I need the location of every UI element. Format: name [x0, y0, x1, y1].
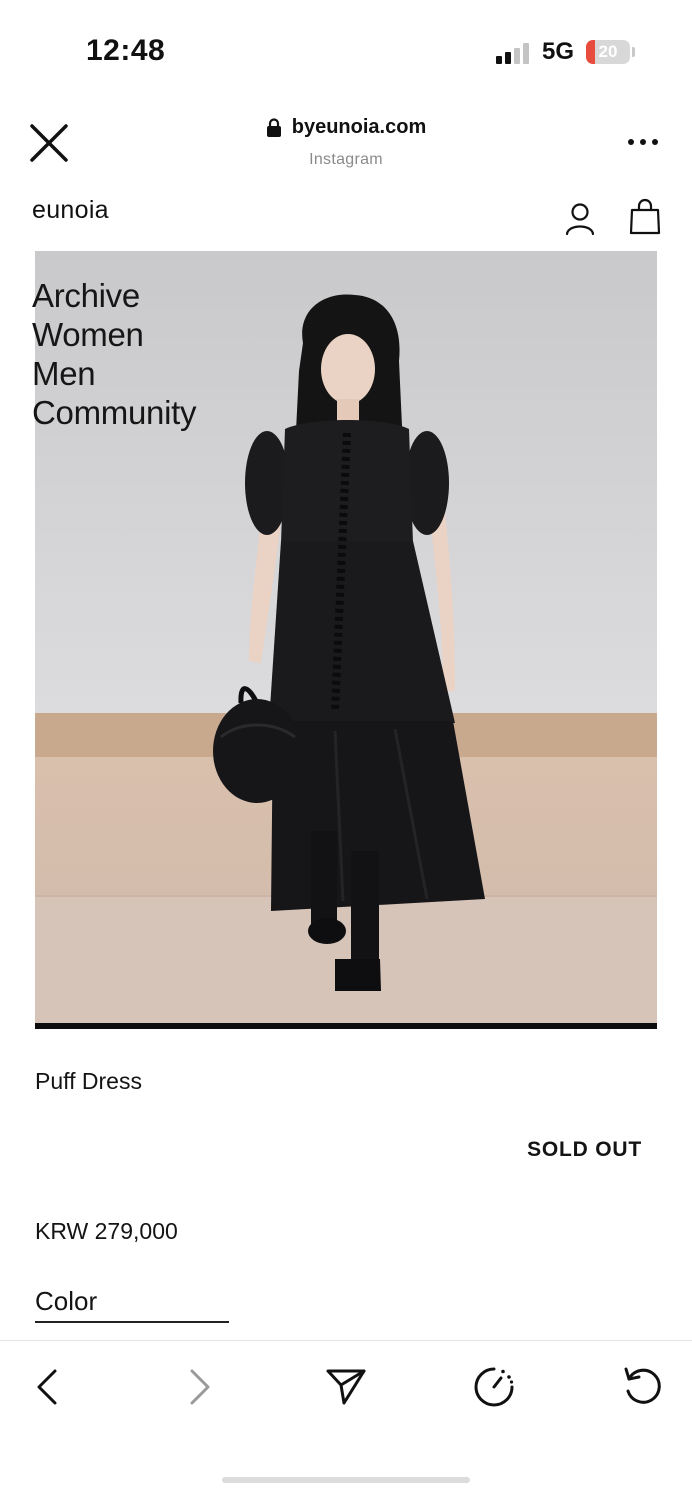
signal-strength-icon [496, 42, 532, 64]
site-header: eunoia [0, 186, 692, 250]
browser-toolbar [0, 1340, 692, 1500]
image-divider [35, 1023, 657, 1029]
brand-logo[interactable]: eunoia [32, 196, 109, 225]
timer-icon [474, 1367, 514, 1407]
back-icon [37, 1369, 57, 1405]
color-selector[interactable]: Color [35, 1286, 229, 1323]
url-domain: byeunoia.com [291, 116, 427, 138]
refresh-icon [624, 1367, 661, 1404]
account-icon [565, 203, 595, 236]
battery-cap [632, 47, 635, 57]
product-price: KRW 279,000 [35, 1218, 178, 1244]
more-options-button[interactable] [626, 132, 660, 152]
status-time: 12:48 [86, 34, 166, 67]
menu-item-men[interactable]: Men [32, 354, 196, 393]
close-button[interactable] [28, 122, 72, 166]
shopping-bag-icon [629, 198, 661, 235]
close-icon [30, 124, 68, 162]
menu-item-women[interactable]: Women [32, 315, 196, 354]
sold-out-badge: SOLD OUT [527, 1138, 642, 1161]
refresh-button[interactable] [620, 1365, 664, 1409]
battery-icon: 20 [586, 40, 630, 64]
product-name: Puff Dress [35, 1068, 142, 1094]
status-bar: 12:48 5G 20 [0, 0, 692, 100]
forward-button[interactable] [176, 1365, 220, 1409]
back-button[interactable] [27, 1365, 71, 1409]
network-label: 5G [542, 38, 575, 65]
battery-level: 20 [598, 42, 618, 61]
forward-icon [190, 1369, 210, 1405]
cart-button[interactable] [628, 198, 662, 236]
home-indicator [222, 1477, 470, 1483]
share-button[interactable] [324, 1365, 368, 1409]
menu-item-archive[interactable]: Archive [32, 276, 196, 315]
share-icon [326, 1369, 366, 1405]
url-display[interactable]: byeunoia.com Instagram [200, 116, 492, 169]
menu-item-community[interactable]: Community [32, 393, 196, 432]
main-menu: Archive Women Men Community [32, 276, 196, 432]
timer-button[interactable] [472, 1365, 516, 1409]
lock-icon [266, 117, 281, 137]
more-icon [628, 139, 658, 145]
color-label: Color [35, 1286, 98, 1316]
account-button[interactable] [564, 202, 596, 236]
url-source: Instagram [309, 150, 383, 168]
browser-header: byeunoia.com Instagram [0, 100, 692, 186]
